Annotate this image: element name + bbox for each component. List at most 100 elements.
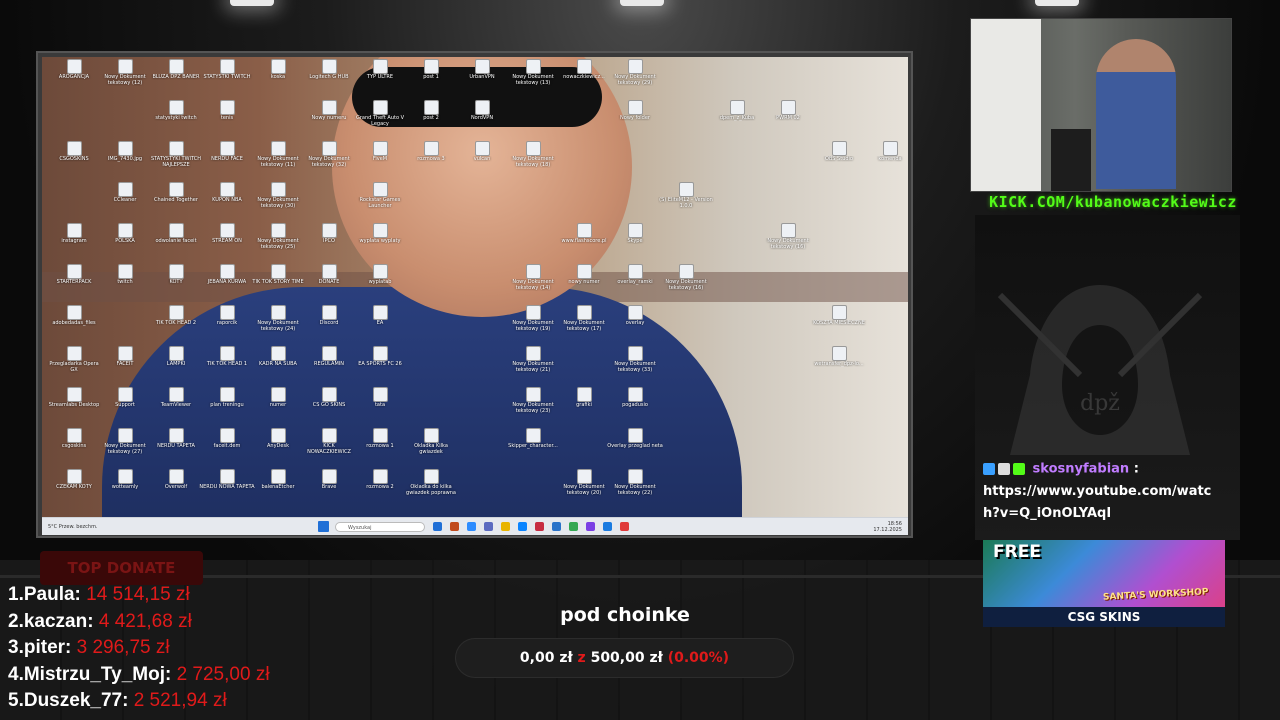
desktop-icon[interactable]: EA SPORTS FC 26	[352, 346, 408, 367]
desktop-icon[interactable]: overlay	[607, 305, 663, 326]
desktop-icon[interactable]: Nowy Dokument tekstowy (33)	[607, 346, 663, 373]
desktop-icon[interactable]: Nowy Dokument tekstowy (12)	[97, 59, 153, 86]
chat-username[interactable]: skosnyfabian	[1033, 462, 1130, 477]
desktop-icon[interactable]: STATYSTYKI TWITCH NAJLEPSZE	[148, 141, 204, 168]
desktop-icon[interactable]: instagram	[46, 223, 102, 244]
desktop-icon[interactable]: PWRM 02	[760, 100, 816, 121]
desktop-icon[interactable]: CCleaner	[97, 182, 153, 203]
desktop-icon[interactable]: raporcik	[199, 305, 255, 326]
taskbar-clock[interactable]: 18:56 17.12.2025	[873, 521, 902, 533]
desktop-icon[interactable]: grafiki	[556, 387, 612, 408]
taskbar-app-icon[interactable]	[552, 522, 561, 531]
desktop-icon[interactable]: STATYSTKI TWITCH	[199, 59, 255, 80]
desktop-icon[interactable]: NERDU NOWA TAPETA	[199, 469, 255, 490]
desktop-icon[interactable]: Nowy Dokument tekstowy (22)	[607, 469, 663, 496]
taskbar-app-icon[interactable]	[433, 522, 442, 531]
desktop-icon[interactable]: Nowy Dokument tekstowy (24)	[250, 305, 306, 332]
desktop-icon[interactable]: rozmowa 3	[403, 141, 459, 162]
desktop-icon[interactable]: Nowy Dokument tekstowy (19)	[505, 305, 561, 332]
desktop-icon[interactable]: AnyDesk	[250, 428, 306, 449]
desktop-icon[interactable]: OBS Studio	[811, 141, 867, 162]
desktop-icon[interactable]: Overlay przeglad neta	[607, 428, 663, 449]
desktop-icon[interactable]: Nowy Dokument tekstowy (16)	[658, 264, 714, 291]
desktop-icon[interactable]: Nowy Dokument tekstowy (11)	[250, 141, 306, 168]
desktop-icon[interactable]: Przegladarka Opera GX	[46, 346, 102, 373]
desktop-icon[interactable]: BLUZA DPZ BANER	[148, 59, 204, 80]
desktop-icon[interactable]: Nowy Dokument tekstowy (18)	[505, 141, 561, 168]
desktop-icon[interactable]: POLSKA	[97, 223, 153, 244]
desktop-icon[interactable]: IPCO	[301, 223, 357, 244]
chat-message-text[interactable]: https://www.youtube.com/watch?v=Q_iOnOLY…	[983, 484, 1211, 521]
taskbar-app-icon[interactable]	[535, 522, 544, 531]
desktop-icon[interactable]: KUPON NBA	[199, 182, 255, 203]
desktop-icon[interactable]: IMG_7430.jpg	[97, 141, 153, 162]
desktop-icon[interactable]: csgoskins	[46, 428, 102, 449]
desktop-icon[interactable]: Support	[97, 387, 153, 408]
desktop-icon[interactable]: overlay_ramki	[607, 264, 663, 285]
desktop-icon[interactable]: wotteamly	[97, 469, 153, 490]
desktop-icon[interactable]: wyplata wyplaty	[352, 223, 408, 244]
desktop-icon[interactable]: odwolanie faceit	[148, 223, 204, 244]
desktop-icon[interactable]: statystyki twitch	[148, 100, 204, 121]
csgoskins-promo-banner[interactable]: FREE SANTA'S WORKSHOP CSG SKINS	[983, 540, 1225, 627]
desktop-icon[interactable]: Nowy Dokument tekstowy (16)	[760, 223, 816, 250]
desktop-icon[interactable]: Nowy Dokument tekstowy (29)	[607, 59, 663, 86]
desktop-icon[interactable]: TIK TOK HEAD 2	[148, 305, 204, 326]
desktop-icon[interactable]: www.flashscore.pl	[556, 223, 612, 244]
desktop-icon[interactable]: Discord	[301, 305, 357, 326]
desktop-icon[interactable]: nowaczkiewicz...	[556, 59, 612, 80]
desktop-icon[interactable]: numer	[250, 387, 306, 408]
desktop-icon[interactable]: wyplatab	[352, 264, 408, 285]
desktop-icon[interactable]: Nowy numeru	[301, 100, 357, 121]
desktop-icon[interactable]: Chained Together	[148, 182, 204, 203]
windows-start-icon[interactable]	[318, 521, 329, 532]
desktop-icon[interactable]: CS GO SKINS	[301, 387, 357, 408]
desktop-icon[interactable]: AROGANCJA	[46, 59, 102, 80]
taskbar-app-icon[interactable]	[450, 522, 459, 531]
desktop-icon[interactable]: tenis	[199, 100, 255, 121]
desktop-icon[interactable]: NordVPN	[454, 100, 510, 121]
desktop-icon[interactable]: Nowy Dokument tekstowy (25)	[250, 223, 306, 250]
desktop-icon[interactable]: JEBANA KURWA	[199, 264, 255, 285]
desktop-icon[interactable]: koska	[250, 59, 306, 80]
desktop-icon[interactable]: pogadusio	[607, 387, 663, 408]
desktop-icon[interactable]: rozmowa 2	[352, 469, 408, 490]
desktop-icon[interactable]: KOSZTA MIESIECZNE	[811, 305, 867, 326]
desktop-icon[interactable]: KICK NOWACZKIEWICZ	[301, 428, 357, 455]
desktop-icon[interactable]: Okladka do kilka gwiazdek poprawna	[403, 469, 459, 496]
desktop-icon[interactable]: Skipper_character...	[505, 428, 561, 449]
desktop-icon[interactable]: TIK TOK STORY TIME	[250, 264, 306, 285]
desktop-icon[interactable]: Overwolf	[148, 469, 204, 490]
taskbar-app-icon[interactable]	[484, 522, 493, 531]
desktop-icon[interactable]: KADR NA SUBA	[250, 346, 306, 367]
desktop-icon[interactable]: Nowy Dokument tekstowy (23)	[505, 387, 561, 414]
desktop-icon[interactable]: komenda	[862, 141, 908, 162]
desktop-icon[interactable]: Nowy Dokument tekstowy (14)	[505, 264, 561, 291]
desktop-icon[interactable]: Nowy Dokument tekstowy (30)	[250, 182, 306, 209]
desktop-icon[interactable]: Logitech G HUB	[301, 59, 357, 80]
desktop-icon[interactable]: EA	[352, 305, 408, 326]
desktop-icon[interactable]: plan treningu	[199, 387, 255, 408]
desktop-icon[interactable]: post 2	[403, 100, 459, 121]
desktop-icon[interactable]: adobedadas_files	[46, 305, 102, 326]
desktop-icon[interactable]: Grand Theft Auto V Legacy	[352, 100, 408, 127]
taskbar-weather[interactable]: 5°C Przew. bezchm.	[48, 524, 168, 530]
desktop-icon[interactable]: faceit.dem	[199, 428, 255, 449]
taskbar-search-input[interactable]: Wyszukaj	[335, 521, 425, 532]
desktop-icon[interactable]: Nowy Dokument tekstowy (21)	[505, 346, 561, 373]
desktop-icon[interactable]: (S) EliteM12 - Version 1.0.0	[658, 182, 714, 209]
desktop-icon[interactable]: KOTY	[148, 264, 204, 285]
desktop-icon[interactable]: FACEIT	[97, 346, 153, 367]
desktop-icon[interactable]: vulcan	[454, 141, 510, 162]
desktop-icon[interactable]: NERDU FACE	[199, 141, 255, 162]
desktop-icon[interactable]: Nowy Dokument tekstowy (13)	[505, 59, 561, 86]
taskbar-app-icon[interactable]	[518, 522, 527, 531]
desktop-icon[interactable]: STREAM ON	[199, 223, 255, 244]
taskbar-app-icon[interactable]	[569, 522, 578, 531]
desktop-icon[interactable]: wetransfer_dpz-lo...	[811, 346, 867, 367]
desktop-icon[interactable]: Nowy Dokument tekstowy (32)	[301, 141, 357, 168]
desktop-icon[interactable]: CZEKAM KOTY	[46, 469, 102, 490]
desktop-icon[interactable]: TYP ULTRE	[352, 59, 408, 80]
desktop-icon[interactable]: FiveM	[352, 141, 408, 162]
desktop-icon[interactable]: STARTERPACK	[46, 264, 102, 285]
